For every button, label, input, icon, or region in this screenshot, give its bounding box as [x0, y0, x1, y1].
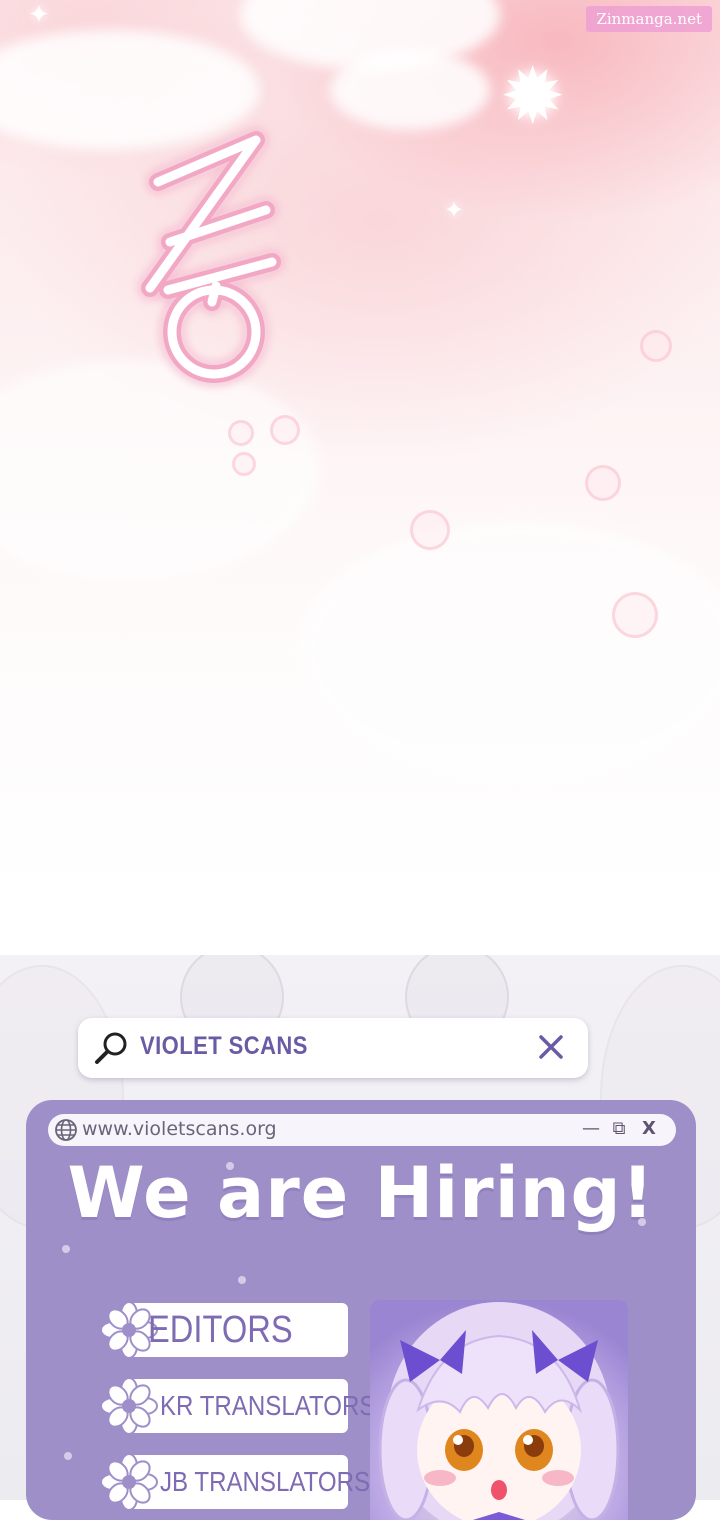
- bokeh-circle: [232, 452, 256, 476]
- sparkle-icon: ✦: [444, 196, 465, 224]
- bokeh-circle: [612, 592, 658, 638]
- decor-dot: [238, 1276, 246, 1284]
- manga-panel-top: ✹ ✦ ✦ Zinmanga.net: [0, 0, 720, 955]
- bokeh-circle: [410, 510, 450, 550]
- restore-icon[interactable]: ⧉: [608, 1117, 630, 1141]
- sound-effect-glyph: [141, 131, 281, 383]
- hiring-headline: We are Hiring!: [67, 1152, 655, 1234]
- cloud: [330, 50, 490, 130]
- cloud: [300, 520, 720, 780]
- sparkle-icon: ✦: [28, 0, 50, 30]
- minimize-icon[interactable]: —: [580, 1117, 602, 1141]
- sparkle-icon: ✹: [500, 52, 566, 142]
- role-label: KR TRANSLATORS: [160, 1390, 376, 1421]
- flower-icon: [100, 1377, 158, 1435]
- decor-dot: [62, 1245, 70, 1253]
- close-icon[interactable]: [536, 1032, 566, 1062]
- search-icon: [95, 1032, 127, 1064]
- window-close-icon[interactable]: X: [638, 1117, 660, 1141]
- mascot-portrait: [370, 1300, 628, 1520]
- browser-window: www.violetscans.org — ⧉ X We are Hiring!…: [26, 1100, 696, 1520]
- role-label: JB TRANSLATORS: [160, 1466, 371, 1497]
- flower-icon: [100, 1453, 158, 1511]
- decor-dot: [638, 1218, 646, 1226]
- search-bar[interactable]: VIOLET SCANS: [78, 1018, 588, 1078]
- bokeh-circle: [228, 420, 254, 446]
- bokeh-circle: [585, 465, 621, 501]
- decor-dot: [64, 1452, 72, 1460]
- chibi-girl-illustration: [370, 1300, 628, 1520]
- role-label: EDITORS: [148, 1309, 293, 1351]
- bokeh-circle: [640, 330, 672, 362]
- address-bar[interactable]: www.violetscans.org — ⧉ X: [48, 1114, 676, 1146]
- url-text: www.violetscans.org: [82, 1118, 277, 1140]
- bokeh-circle: [270, 415, 300, 445]
- role-editors: EDITORS: [100, 1301, 350, 1359]
- role-jb-translators: JB TRANSLATORS: [100, 1453, 370, 1511]
- search-query-text: VIOLET SCANS: [140, 1032, 308, 1060]
- globe-icon: [55, 1119, 77, 1141]
- site-watermark: Zinmanga.net: [586, 6, 712, 32]
- role-kr-translators: KR TRANSLATORS: [100, 1377, 375, 1435]
- decor-dot: [226, 1162, 234, 1170]
